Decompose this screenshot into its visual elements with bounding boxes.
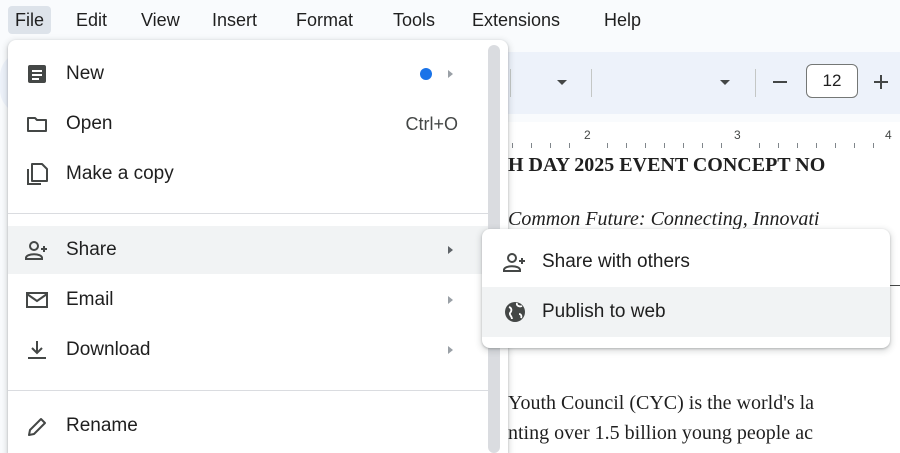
menu-extensions[interactable]: Extensions (465, 6, 567, 34)
pencil-icon (24, 414, 50, 438)
toolbar-divider (755, 69, 756, 97)
document-icon (24, 62, 50, 86)
document-paragraph-line: Youth Council (CYC) is the world's la (508, 392, 815, 414)
copy-icon (24, 162, 50, 186)
submenu-arrow-icon (446, 245, 456, 255)
download-icon (24, 338, 50, 362)
menu-item-publish-to-web[interactable]: Publish to web (482, 287, 890, 337)
menu-item-label: Download (66, 339, 151, 360)
document-rule (890, 285, 900, 286)
person-add-icon (502, 250, 528, 274)
menu-help[interactable]: Help (597, 6, 648, 34)
document-paragraph-line: nting over 1.5 billion young people ac (508, 422, 813, 444)
ruler-number: 2 (584, 128, 591, 142)
submenu-arrow-icon (446, 69, 456, 79)
menu-format[interactable]: Format (289, 6, 360, 34)
mail-icon (24, 288, 50, 312)
menu-item-rename[interactable]: Rename (8, 402, 488, 450)
menu-item-label: Share with others (542, 251, 690, 272)
decrease-font-size-button[interactable] (770, 70, 790, 94)
menu-item-make-a-copy[interactable]: Make a copy (8, 150, 488, 198)
menu-tools[interactable]: Tools (386, 6, 442, 34)
menu-item-label: Open (66, 113, 113, 134)
share-submenu: Share with others Publish to web (482, 229, 890, 348)
ruler-number: 3 (734, 128, 741, 142)
menu-item-email[interactable]: Email (8, 276, 488, 324)
file-menu: New Open Ctrl+O Make a copy Share Email (8, 40, 508, 453)
menu-item-label: Make a copy (66, 163, 174, 184)
style-dropdown-caret-icon[interactable] (553, 74, 571, 92)
ruler-number: 4 (885, 128, 892, 142)
increase-font-size-button[interactable] (871, 70, 891, 94)
menu-file[interactable]: File (8, 6, 52, 34)
menu-item-label: Share (66, 239, 117, 260)
menu-edit[interactable]: Edit (69, 6, 114, 34)
globe-icon (502, 300, 528, 324)
menu-item-open[interactable]: Open Ctrl+O (8, 100, 488, 148)
menu-item-download[interactable]: Download (8, 326, 488, 374)
submenu-arrow-icon (446, 295, 456, 305)
new-indicator-dot (420, 68, 432, 80)
menu-insert[interactable]: Insert (205, 6, 264, 34)
menu-item-share-with-others[interactable]: Share with others (482, 237, 890, 287)
menu-divider (8, 213, 488, 214)
open-shortcut: Ctrl+O (405, 114, 458, 134)
person-add-icon (24, 238, 50, 262)
submenu-arrow-icon (446, 345, 456, 355)
toolbar-divider (510, 69, 511, 97)
menu-item-label: New (66, 63, 105, 84)
toolbar-divider (591, 69, 592, 97)
menu-item-new[interactable]: New (8, 50, 488, 98)
document-title: H DAY 2025 EVENT CONCEPT NO (508, 154, 826, 176)
font-dropdown-caret-icon[interactable] (716, 74, 734, 92)
ruler: 2 3 4 (500, 122, 900, 148)
menu-bar: File Edit View Insert Format Tools Exten… (0, 0, 900, 42)
font-size-input[interactable]: 12 (806, 64, 858, 98)
menu-item-share[interactable]: Share (8, 226, 488, 274)
menu-divider (8, 390, 488, 391)
menu-item-label: Email (66, 289, 114, 310)
menu-item-label: Publish to web (542, 301, 666, 322)
menu-view[interactable]: View (134, 6, 187, 34)
folder-icon (24, 112, 50, 136)
document-subtitle: Common Future: Connecting, Innovati (508, 208, 820, 230)
menu-item-label: Rename (66, 415, 138, 436)
